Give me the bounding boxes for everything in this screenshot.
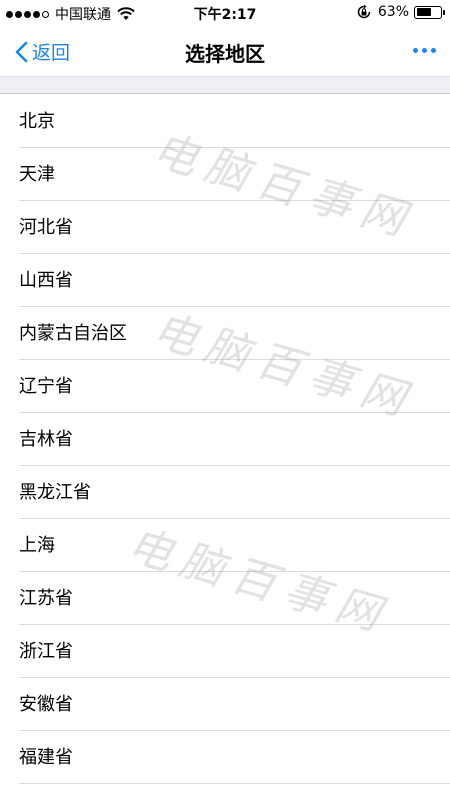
status-right: 63% — [356, 4, 445, 20]
region-list-item[interactable]: 黑龙江省 — [0, 466, 450, 519]
region-list-item[interactable]: 山西省 — [0, 254, 450, 307]
region-list-item[interactable]: 天津 — [0, 148, 450, 201]
battery-level-fill — [416, 8, 431, 16]
navigation-bar: 返回 选择地区 — [0, 26, 450, 76]
status-bar: 中国联通 下午2:17 63% — [0, 0, 450, 26]
rotation-lock-icon — [357, 4, 371, 19]
region-list-item[interactable]: 上海 — [0, 519, 450, 572]
region-list-item[interactable]: 辽宁省 — [0, 360, 450, 413]
section-spacer — [0, 76, 450, 94]
ellipsis-icon — [431, 48, 436, 53]
region-list-item[interactable]: 河北省 — [0, 201, 450, 254]
screen: 中国联通 下午2:17 63% 返回 选择地区 北京 天津 河北省 山西省 内蒙… — [0, 0, 450, 800]
region-list-item[interactable]: 安徽省 — [0, 678, 450, 731]
ellipsis-icon — [413, 48, 418, 53]
region-list-item[interactable]: 内蒙古自治区 — [0, 307, 450, 360]
battery-icon — [414, 5, 445, 19]
more-options-button[interactable] — [409, 48, 436, 53]
battery-percent: 63% — [377, 4, 409, 20]
region-list-item[interactable]: 北京 — [0, 95, 450, 148]
ellipsis-icon — [422, 48, 427, 53]
region-list-item[interactable]: 福建省 — [0, 731, 450, 784]
region-list-item[interactable]: 吉林省 — [0, 413, 450, 466]
page-title: 选择地区 — [185, 42, 265, 66]
region-list-item[interactable]: 江苏省 — [0, 572, 450, 625]
region-list-item[interactable]: 浙江省 — [0, 625, 450, 678]
region-list: 北京 天津 河北省 山西省 内蒙古自治区 辽宁省 吉林省 黑龙江省 上海 江苏省 浙江省 安徽省 福建省 — [0, 95, 450, 784]
